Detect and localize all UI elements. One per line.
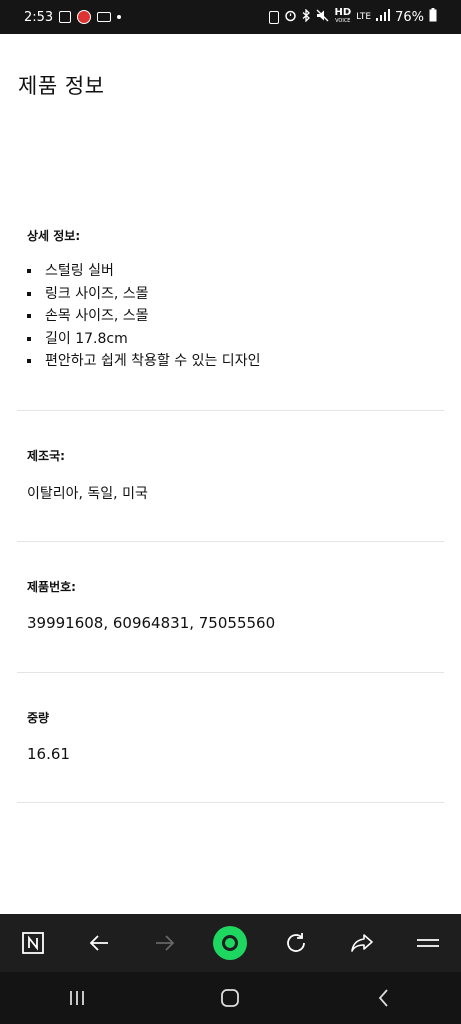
details-title: 상세 정보: [27,229,81,243]
bullet-icon [27,336,31,341]
battery-icon [429,8,437,26]
voice-label: VOICE [335,18,351,24]
status-bar-left: 2:53 [24,0,122,34]
hd-voice-icon: HD VOICE [334,8,351,26]
status-time: 2:53 [24,9,54,25]
system-nav-bar [0,972,461,1024]
battery-percent: 76% [395,9,424,25]
mute-icon [316,9,329,26]
list-item: 스털링 실버 [27,260,260,283]
bullet-icon [27,359,31,364]
product-number-value: 39991608, 60964831, 75055560 [27,614,276,632]
share-icon[interactable] [342,923,382,963]
browser-toolbar [0,914,461,972]
signal-icon [376,9,391,25]
divider [17,541,444,542]
product-number-title: 제품번호: [27,580,76,594]
list-item: 손목 사이즈, 스몰 [27,305,260,328]
weight-title: 중량 [27,711,50,725]
status-bar-right: HD VOICE LTE 76% [269,0,437,34]
bullet-icon [27,314,31,319]
forward-arrow-icon[interactable] [145,923,185,963]
bluetooth-icon [302,7,311,26]
bullet-icon [27,269,31,274]
green-dot-icon[interactable] [210,923,250,963]
list-item: 링크 사이즈, 스몰 [27,283,260,306]
hd-label: HD [334,7,352,18]
divider [17,410,444,411]
sim-icon [269,10,280,24]
recent-apps-icon[interactable] [57,978,97,1018]
more-notifications-icon [117,15,122,19]
divider [17,672,444,673]
list-item: 길이 17.8cm [27,328,260,351]
home-icon[interactable] [210,978,250,1018]
reload-icon[interactable] [276,923,316,963]
origin-value: 이탈리아, 독일, 미국 [27,486,148,502]
back-arrow-icon[interactable] [79,923,119,963]
menu-icon[interactable] [408,923,448,963]
back-icon[interactable] [364,978,404,1018]
weight-value: 16.61 [27,745,70,763]
status-bar: 2:53 HD VOICE LTE 76% [0,0,461,34]
bullet-icon [27,291,31,296]
naver-n-icon[interactable] [13,923,53,963]
alarm-icon [284,9,297,26]
media-icon [97,12,112,22]
details-list: 스털링 실버 링크 사이즈, 스몰 손목 사이즈, 스몰 길이 17.8cm 편… [27,260,260,373]
divider [17,802,444,803]
app-notification-icon [77,10,92,24]
page-title: 제품 정보 [18,74,105,98]
gallery-icon [59,11,72,23]
origin-title: 제조국: [27,449,65,463]
list-item: 편안하고 쉽게 착용할 수 있는 디자인 [27,350,260,373]
network-type: LTE [356,11,372,22]
